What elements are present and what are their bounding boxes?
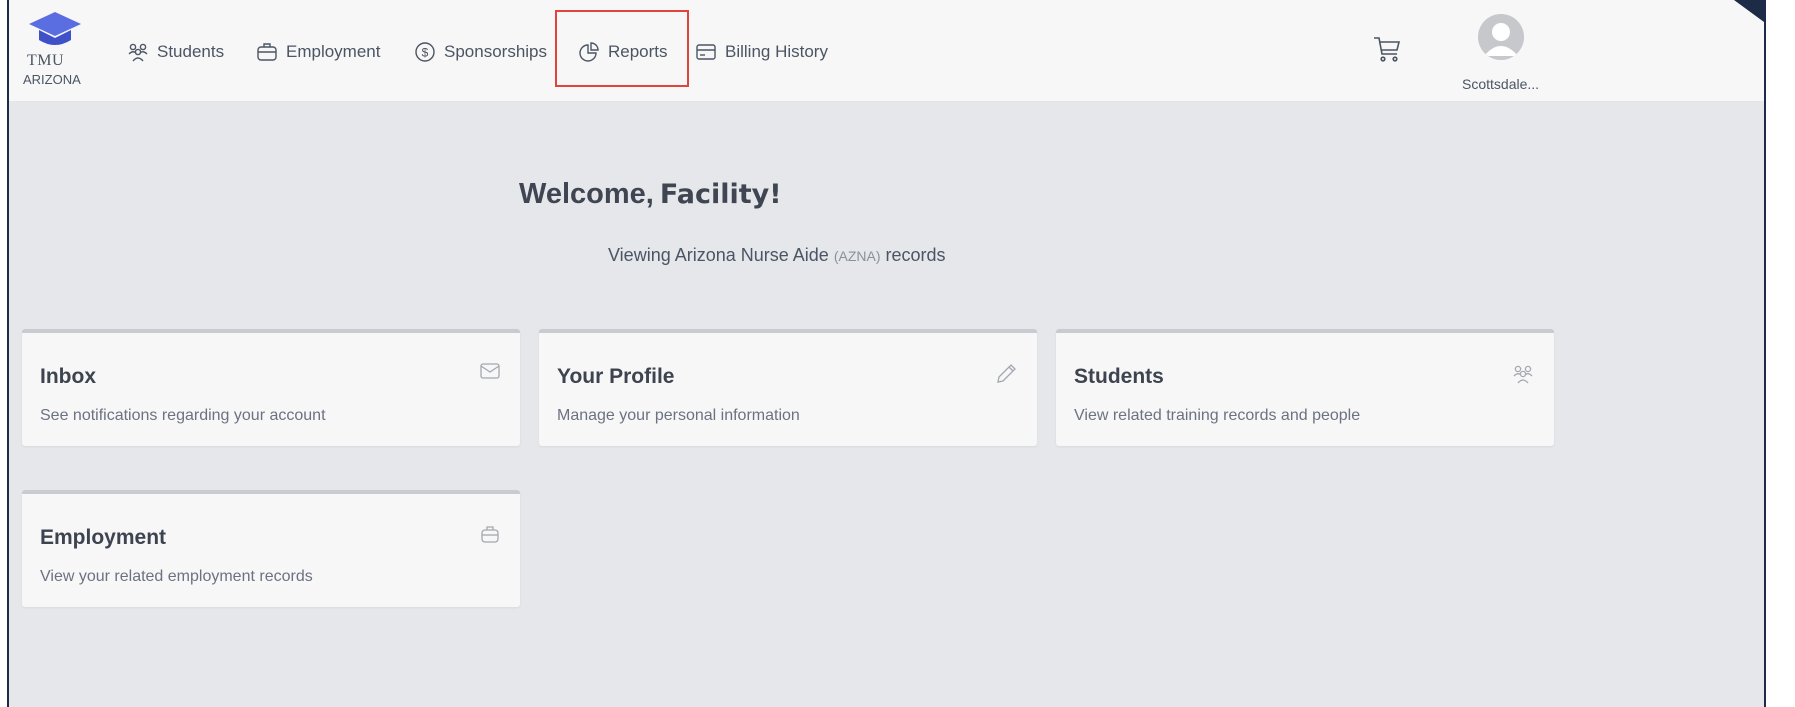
nav-employment[interactable]: Employment	[256, 34, 380, 70]
card-inbox[interactable]: Inbox See notifications regarding your a…	[22, 329, 520, 446]
graduation-cap-icon	[29, 12, 81, 45]
card-title: Students	[1074, 365, 1164, 388]
welcome-greeting: Welcome,	[519, 178, 654, 210]
nav-sponsorships[interactable]: $ Sponsorships	[414, 34, 547, 70]
subtitle-prefix: Viewing Arizona Nurse Aide	[608, 245, 829, 265]
students-icon	[128, 43, 148, 62]
reports-highlight-box	[555, 10, 689, 87]
card-description: See notifications regarding your account	[40, 407, 326, 424]
students-icon	[1513, 365, 1533, 384]
card-description: View related training records and people	[1074, 407, 1361, 424]
subtitle-suffix: records	[885, 245, 946, 265]
logo-text: TMU	[27, 52, 65, 69]
logo[interactable]: TMU ARIZONA	[21, 10, 89, 94]
logo-subtext: ARIZONA	[23, 72, 81, 87]
dollar-icon: $	[415, 42, 435, 62]
welcome-name: Facility!	[659, 179, 782, 210]
card-employment[interactable]: Employment View your related employment …	[22, 490, 520, 607]
card-title: Inbox	[40, 365, 96, 388]
nav-students[interactable]: Students	[127, 34, 224, 70]
briefcase-icon	[481, 526, 499, 543]
card-description: Manage your personal information	[557, 407, 800, 424]
card-description: View your related employment records	[40, 568, 313, 585]
pencil-icon	[997, 364, 1016, 383]
mail-icon	[480, 363, 500, 379]
user-name[interactable]: Scottsdale...	[1462, 76, 1539, 92]
welcome-heading: Welcome, Facility!	[519, 178, 782, 211]
nav-label: Sponsorships	[444, 42, 548, 61]
user-avatar-icon	[1478, 14, 1524, 60]
app-frame: TMU ARIZONA Students Employment $ Sponso…	[7, 0, 1766, 707]
nav-label: Students	[157, 42, 225, 61]
nav-label: Billing History	[725, 42, 828, 61]
top-nav: TMU ARIZONA Students Employment $ Sponso…	[9, 0, 1764, 102]
nav-label: Employment	[286, 42, 381, 61]
records-subtitle: Viewing Arizona Nurse Aide (AZNA) record…	[608, 245, 946, 266]
billing-card-icon	[696, 44, 716, 60]
card-title: Employment	[40, 526, 167, 549]
briefcase-icon	[257, 43, 277, 61]
svg-text:$: $	[422, 46, 429, 60]
card-students[interactable]: Students View related training records a…	[1056, 329, 1554, 446]
card-title: Your Profile	[557, 365, 675, 388]
subtitle-code: (AZNA)	[833, 248, 881, 264]
nav-billing-history[interactable]: Billing History	[695, 34, 828, 70]
avatar[interactable]	[1478, 14, 1524, 60]
cart-icon[interactable]	[1372, 34, 1402, 64]
card-your-profile[interactable]: Your Profile Manage your personal inform…	[539, 329, 1037, 446]
